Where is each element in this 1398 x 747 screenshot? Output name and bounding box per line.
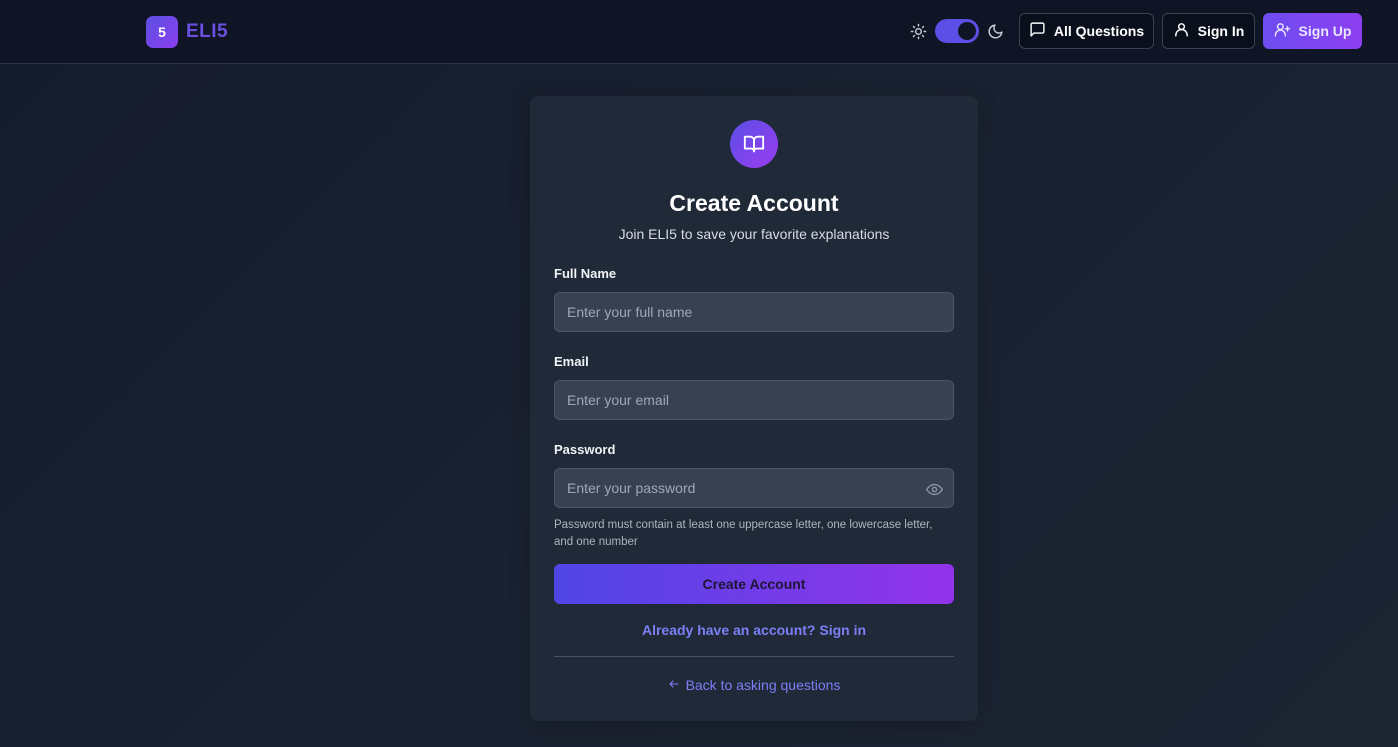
sign-up-button[interactable]: Sign Up	[1263, 13, 1362, 49]
sun-icon	[910, 23, 927, 40]
all-questions-button[interactable]: All Questions	[1019, 13, 1154, 49]
sign-in-label: Sign In	[1197, 23, 1245, 39]
password-input[interactable]	[554, 468, 954, 508]
sign-up-label: Sign Up	[1298, 23, 1352, 39]
full-name-label: Full Name	[554, 266, 617, 281]
password-label: Password	[554, 442, 616, 457]
arrow-left-icon	[668, 677, 686, 693]
user-plus-icon	[1274, 21, 1299, 41]
top-navbar: 5 ELI5 All Questions Sign In Sign Up	[0, 0, 1398, 64]
sign-in-button[interactable]: Sign In	[1162, 13, 1255, 49]
eye-icon[interactable]	[926, 481, 943, 503]
book-open-icon	[730, 120, 778, 168]
email-input[interactable]	[554, 380, 954, 420]
moon-icon	[987, 23, 1004, 40]
page-title: Create Account	[669, 190, 839, 216]
theme-switcher	[910, 19, 1004, 43]
page-subtitle: Join ELI5 to save your favorite explanat…	[618, 226, 890, 242]
message-square-icon	[1029, 21, 1054, 41]
back-link-label: Back to asking questions	[685, 677, 841, 693]
theme-toggle-knob	[958, 22, 976, 40]
brand-name: ELI5	[186, 21, 229, 42]
theme-toggle[interactable]	[935, 19, 979, 43]
signup-card: Create Account Join ELI5 to save your fa…	[530, 96, 978, 721]
sign-in-link[interactable]: Already have an account? Sign in	[530, 622, 978, 638]
all-questions-label: All Questions	[1053, 23, 1145, 39]
divider	[554, 656, 954, 657]
brand-logo[interactable]: 5 ELI5	[146, 16, 228, 48]
create-account-button[interactable]: Create Account	[554, 564, 954, 604]
brand-badge: 5	[146, 16, 178, 48]
back-link[interactable]: Back to asking questions	[530, 677, 978, 693]
password-hint: Password must contain at least one upper…	[554, 519, 933, 548]
user-icon	[1173, 21, 1198, 41]
email-label: Email	[554, 354, 589, 369]
full-name-input[interactable]	[554, 292, 954, 332]
